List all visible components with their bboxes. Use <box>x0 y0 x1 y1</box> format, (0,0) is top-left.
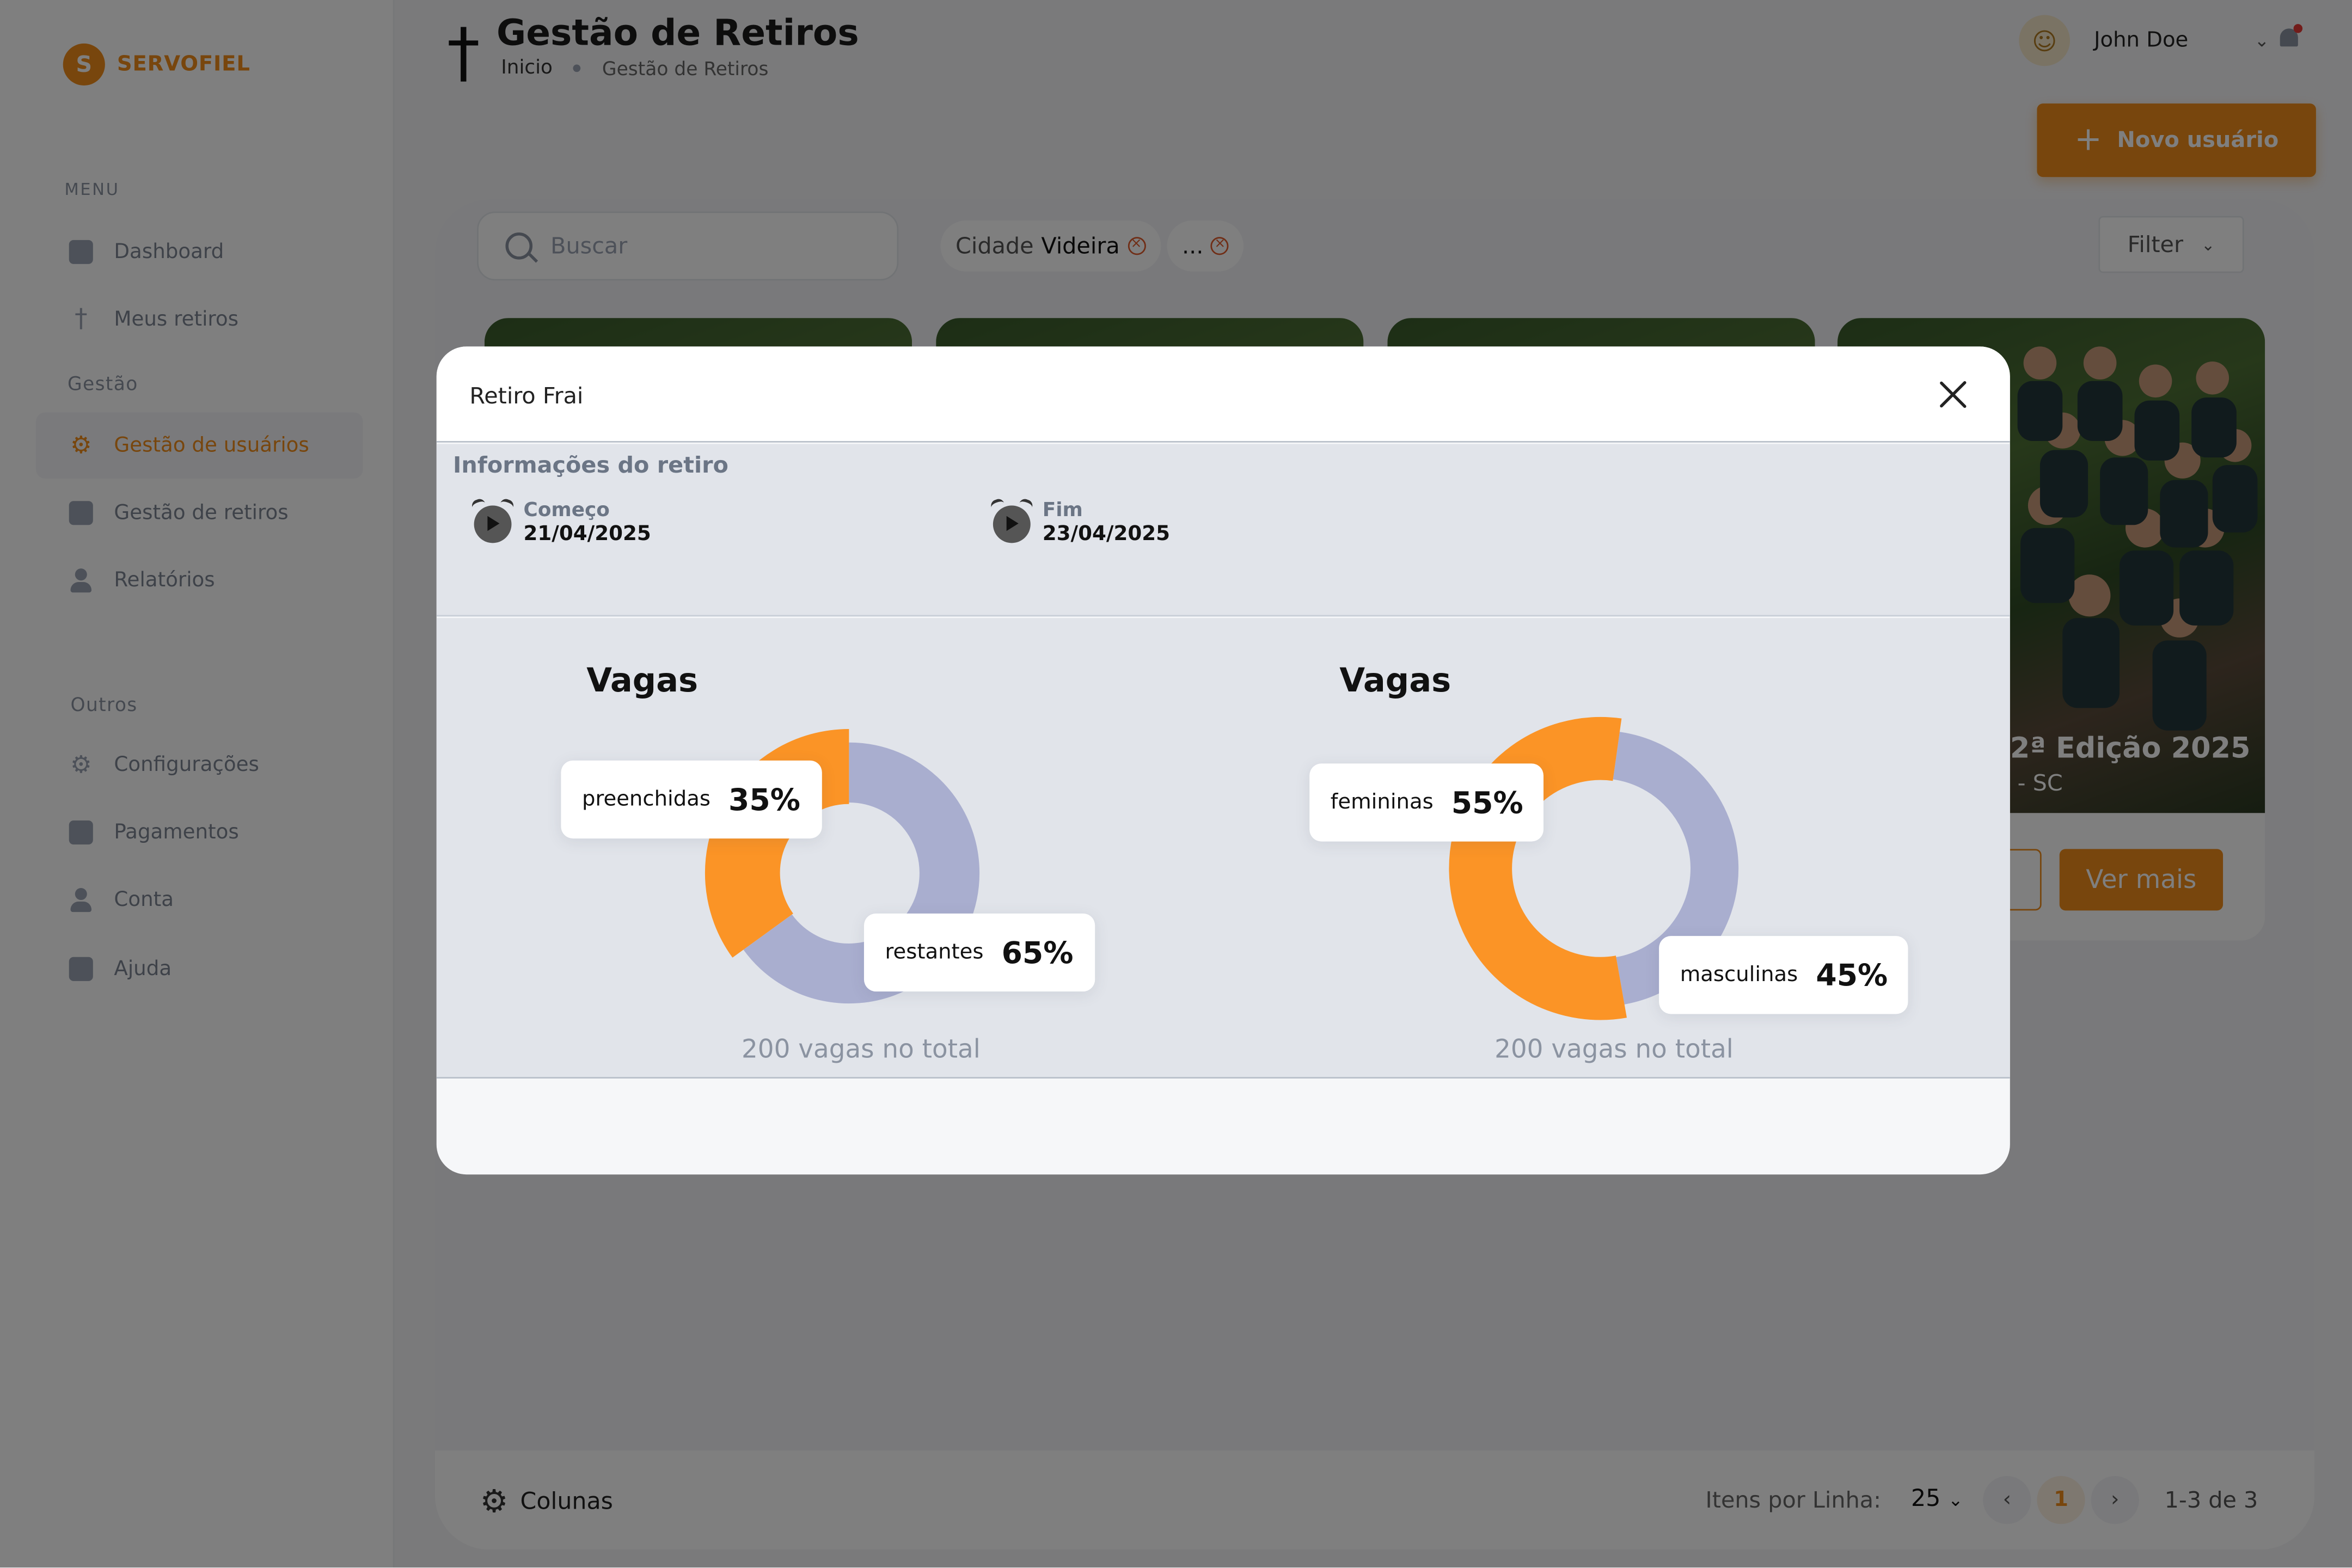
donut-label-preenchidas: preenchidas 35% <box>561 760 822 839</box>
end-date: Fim 23/04/2025 <box>989 497 1171 546</box>
chart-title: Vagas <box>1339 663 1451 701</box>
slice-label: masculinas <box>1680 963 1798 987</box>
end-date-value: 23/04/2025 <box>1042 522 1171 546</box>
start-date-value: 21/04/2025 <box>523 522 651 546</box>
charts-area: Vagas preenchidas 35% restantes 65% 200 … <box>436 618 2010 1079</box>
slice-percent: 45% <box>1816 957 1888 993</box>
donut-label-restantes: restantes 65% <box>863 913 1095 992</box>
donut-label-femininas: femininas 55% <box>1309 763 1545 842</box>
slice-label: femininas <box>1330 790 1434 815</box>
slice-label: preenchidas <box>581 787 710 812</box>
modal-header: Retiro Frai <box>436 346 2010 443</box>
slice-percent: 65% <box>1001 934 1074 971</box>
app-root: S SERVOFIEL MENU Dashboard † Meus retiro… <box>0 0 2352 1568</box>
retiro-modal: Retiro Frai Informações do retiro Começo… <box>436 346 2010 1175</box>
retiro-info: Informações do retiro Começo 21/04/2025 … <box>436 444 2010 617</box>
start-date: Começo 21/04/2025 <box>470 497 651 546</box>
modal-title: Retiro Frai <box>469 382 584 410</box>
alarm-clock-icon <box>470 497 516 542</box>
alarm-clock-icon <box>989 497 1034 542</box>
slice-percent: 55% <box>1451 784 1523 821</box>
close-icon[interactable] <box>1935 377 1971 413</box>
total-note: 200 vagas no total <box>1494 1035 1734 1065</box>
total-note: 200 vagas no total <box>742 1035 981 1065</box>
donut-label-masculinas: masculinas 45% <box>1659 936 1909 1014</box>
end-date-label: Fim <box>1042 499 1083 522</box>
chart-title: Vagas <box>586 663 699 701</box>
slice-label: restantes <box>885 940 984 965</box>
info-heading: Informações do retiro <box>453 451 728 479</box>
slice-percent: 35% <box>728 781 800 818</box>
start-date-label: Começo <box>523 499 610 522</box>
